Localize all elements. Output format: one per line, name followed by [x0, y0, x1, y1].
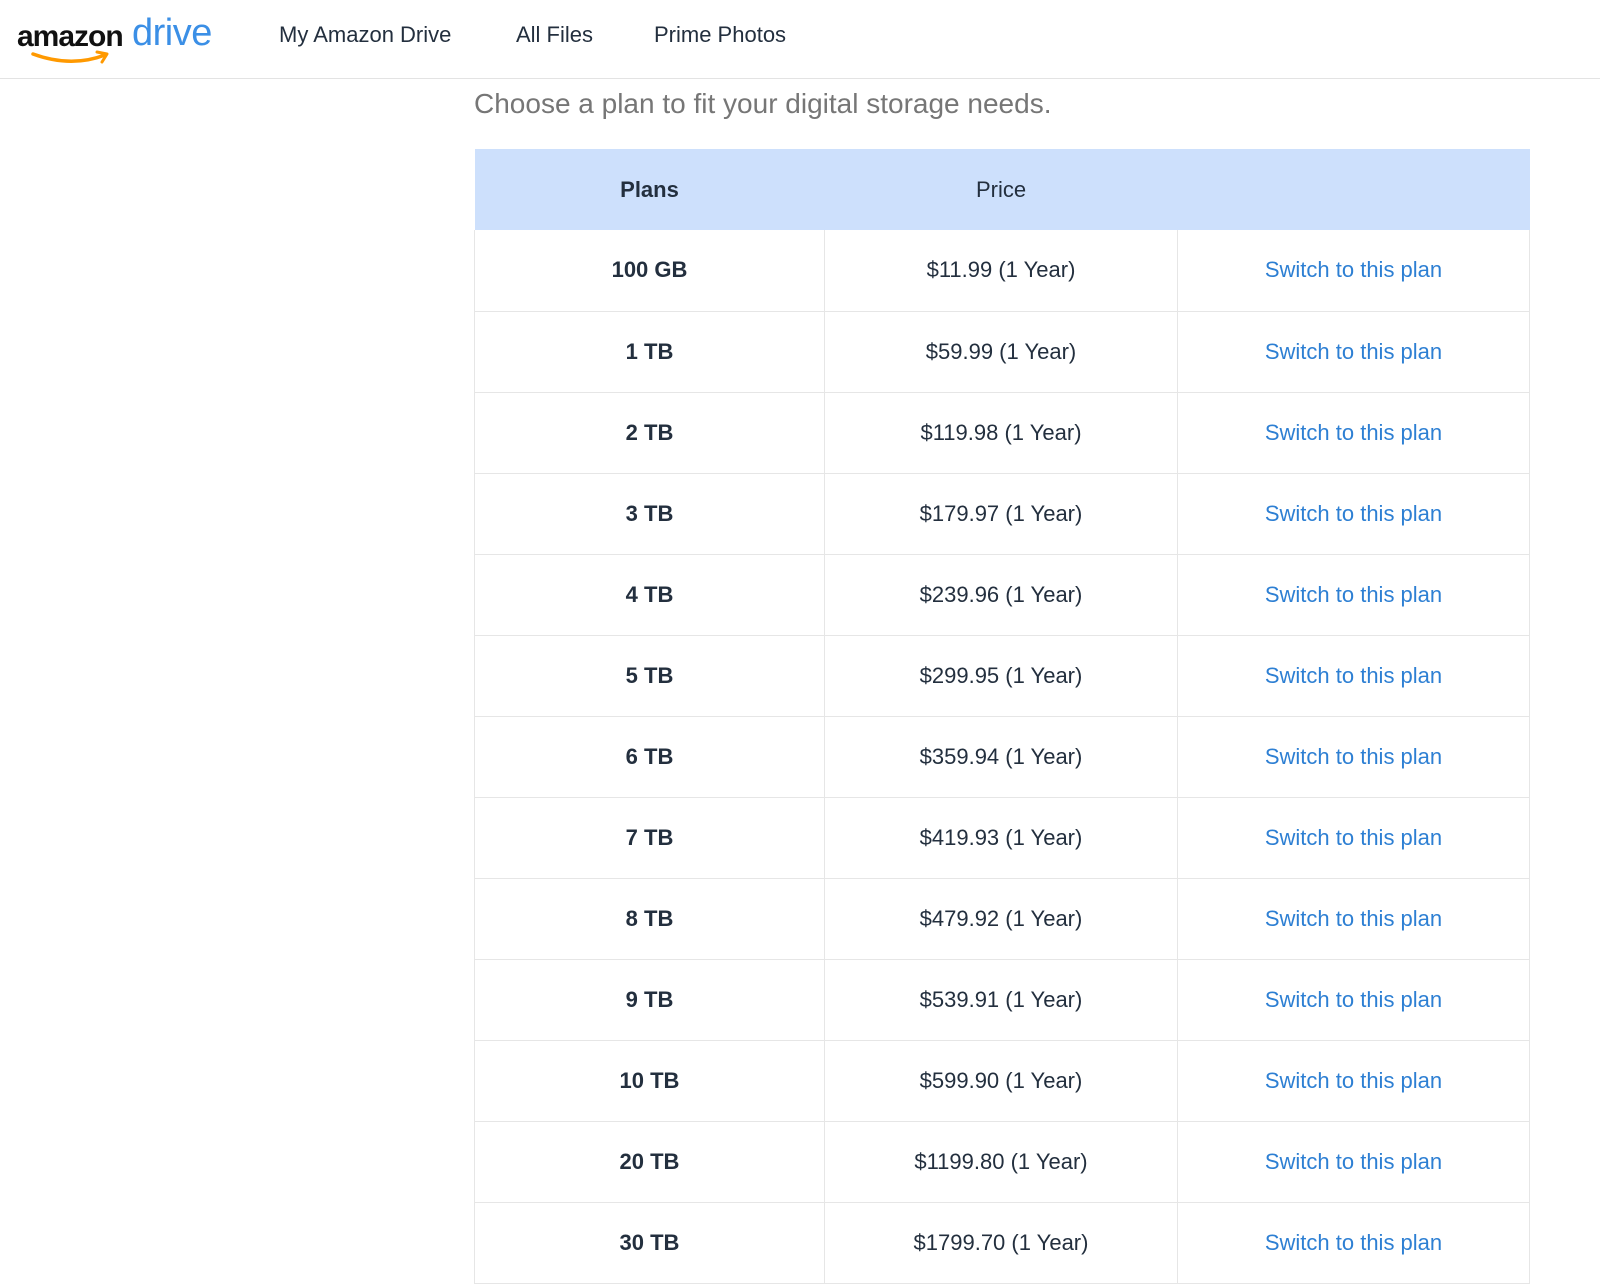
plan-action-cell: Switch to this plan — [1177, 959, 1530, 1041]
plan-action-cell: Switch to this plan — [1177, 473, 1530, 555]
logo-drive-wordmark: drive — [132, 12, 212, 54]
plan-price: $479.92 (1 Year) — [824, 878, 1178, 960]
plan-action-cell: Switch to this plan — [1177, 1202, 1530, 1284]
plan-action-cell: Switch to this plan — [1177, 797, 1530, 879]
plan-price: $119.98 (1 Year) — [824, 392, 1178, 474]
switch-plan-link[interactable]: Switch to this plan — [1265, 825, 1442, 850]
plan-size: 1 TB — [474, 311, 825, 393]
switch-plan-link[interactable]: Switch to this plan — [1265, 1230, 1442, 1255]
logo-amazon-wordmark: amazon — [17, 20, 124, 53]
plans-table-body: 100 GB $11.99 (1 Year) Switch to this pl… — [474, 230, 1530, 1284]
table-row: 7 TB $419.93 (1 Year) Switch to this pla… — [474, 797, 1530, 879]
table-row: 2 TB $119.98 (1 Year) Switch to this pla… — [474, 392, 1530, 474]
plan-price: $179.97 (1 Year) — [824, 473, 1178, 555]
plan-action-cell: Switch to this plan — [1177, 878, 1530, 960]
plan-size: 8 TB — [474, 878, 825, 960]
plan-price: $359.94 (1 Year) — [824, 716, 1178, 798]
nav-my-amazon-drive[interactable]: My Amazon Drive — [279, 22, 451, 48]
amazon-drive-logo[interactable]: amazon drive — [17, 12, 217, 64]
plan-price: $419.93 (1 Year) — [824, 797, 1178, 879]
plan-size: 3 TB — [474, 473, 825, 555]
switch-plan-link[interactable]: Switch to this plan — [1265, 257, 1442, 282]
plan-action-cell: Switch to this plan — [1177, 635, 1530, 717]
plan-price: $59.99 (1 Year) — [824, 311, 1178, 393]
plan-action-cell: Switch to this plan — [1177, 392, 1530, 474]
table-row: 1 TB $59.99 (1 Year) Switch to this plan — [474, 311, 1530, 393]
switch-plan-link[interactable]: Switch to this plan — [1265, 420, 1442, 445]
table-row: 5 TB $299.95 (1 Year) Switch to this pla… — [474, 635, 1530, 717]
table-row: 6 TB $359.94 (1 Year) Switch to this pla… — [474, 716, 1530, 798]
plan-size: 7 TB — [474, 797, 825, 879]
switch-plan-link[interactable]: Switch to this plan — [1265, 744, 1442, 769]
switch-plan-link[interactable]: Switch to this plan — [1265, 339, 1442, 364]
plan-size: 10 TB — [474, 1040, 825, 1122]
plans-table-header: Plans Price — [474, 149, 1530, 230]
plan-action-cell: Switch to this plan — [1177, 554, 1530, 636]
plan-price: $1799.70 (1 Year) — [824, 1202, 1178, 1284]
table-row: 8 TB $479.92 (1 Year) Switch to this pla… — [474, 878, 1530, 960]
header-action — [1177, 149, 1530, 230]
plan-action-cell: Switch to this plan — [1177, 716, 1530, 798]
top-navigation-bar: amazon drive My Amazon Drive All Files P… — [0, 0, 1600, 79]
switch-plan-link[interactable]: Switch to this plan — [1265, 987, 1442, 1012]
nav-all-files[interactable]: All Files — [516, 22, 593, 48]
plan-price: $599.90 (1 Year) — [824, 1040, 1178, 1122]
plan-price: $539.91 (1 Year) — [824, 959, 1178, 1041]
table-row: 9 TB $539.91 (1 Year) Switch to this pla… — [474, 959, 1530, 1041]
plan-size: 6 TB — [474, 716, 825, 798]
page-intro-text: Choose a plan to fit your digital storag… — [474, 88, 1052, 119]
table-row: 3 TB $179.97 (1 Year) Switch to this pla… — [474, 473, 1530, 555]
switch-plan-link[interactable]: Switch to this plan — [1265, 663, 1442, 688]
plan-size: 4 TB — [474, 554, 825, 636]
table-row: 30 TB $1799.70 (1 Year) Switch to this p… — [474, 1202, 1530, 1284]
header-price: Price — [824, 149, 1178, 230]
table-row: 4 TB $239.96 (1 Year) Switch to this pla… — [474, 554, 1530, 636]
plan-size: 5 TB — [474, 635, 825, 717]
switch-plan-link[interactable]: Switch to this plan — [1265, 501, 1442, 526]
plan-price: $1199.80 (1 Year) — [824, 1121, 1178, 1203]
header-plans: Plans — [474, 149, 825, 230]
amazon-smile-icon — [31, 50, 109, 64]
plan-price: $299.95 (1 Year) — [824, 635, 1178, 717]
plan-size: 9 TB — [474, 959, 825, 1041]
plan-price: $11.99 (1 Year) — [824, 230, 1178, 312]
plan-price: $239.96 (1 Year) — [824, 554, 1178, 636]
plan-action-cell: Switch to this plan — [1177, 1040, 1530, 1122]
table-row: 20 TB $1199.80 (1 Year) Switch to this p… — [474, 1121, 1530, 1203]
switch-plan-link[interactable]: Switch to this plan — [1265, 1068, 1442, 1093]
plan-size: 30 TB — [474, 1202, 825, 1284]
plan-action-cell: Switch to this plan — [1177, 1121, 1530, 1203]
plan-size: 20 TB — [474, 1121, 825, 1203]
table-row: 10 TB $599.90 (1 Year) Switch to this pl… — [474, 1040, 1530, 1122]
plan-size: 100 GB — [474, 230, 825, 312]
plan-action-cell: Switch to this plan — [1177, 311, 1530, 393]
plans-table: Plans Price 100 GB $11.99 (1 Year) Switc… — [474, 149, 1530, 1284]
switch-plan-link[interactable]: Switch to this plan — [1265, 906, 1442, 931]
switch-plan-link[interactable]: Switch to this plan — [1265, 582, 1442, 607]
nav-prime-photos[interactable]: Prime Photos — [654, 22, 786, 48]
table-row: 100 GB $11.99 (1 Year) Switch to this pl… — [474, 230, 1530, 312]
plan-size: 2 TB — [474, 392, 825, 474]
switch-plan-link[interactable]: Switch to this plan — [1265, 1149, 1442, 1174]
plan-action-cell: Switch to this plan — [1177, 230, 1530, 312]
